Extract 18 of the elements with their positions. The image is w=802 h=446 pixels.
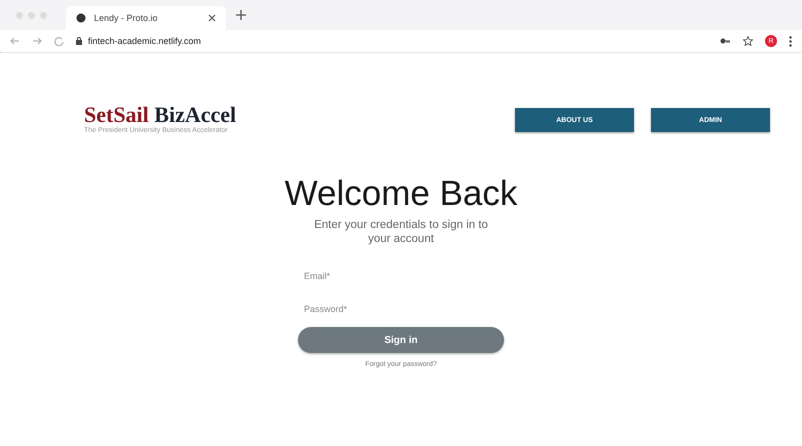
input-field[interactable]: Email* bbox=[298, 266, 490, 286]
key-icon[interactable] bbox=[720, 38, 731, 44]
logo[interactable]: SetSail BizAccel bbox=[84, 103, 236, 127]
menu-icon[interactable] bbox=[789, 36, 792, 46]
tab-title: Lendy - Proto.io bbox=[94, 13, 159, 23]
page-title: Welcome Back bbox=[284, 174, 518, 214]
close-icon[interactable] bbox=[208, 14, 216, 22]
address-bar[interactable]: fintech-academic.netlify.com bbox=[88, 36, 201, 46]
subtitle: Enter your credentials to sign in to your account bbox=[313, 218, 489, 246]
star-icon[interactable] bbox=[743, 36, 753, 46]
lock-icon bbox=[76, 37, 82, 45]
browser-tab[interactable]: Lendy - Proto.io bbox=[66, 6, 226, 30]
input-field[interactable]: Password* bbox=[298, 299, 490, 319]
back-icon[interactable] bbox=[10, 36, 20, 46]
sign-in-button[interactable]: Sign in bbox=[298, 327, 504, 353]
reload-icon[interactable] bbox=[54, 36, 64, 46]
forward-icon[interactable] bbox=[32, 36, 42, 46]
new-tab-icon[interactable] bbox=[236, 10, 246, 20]
